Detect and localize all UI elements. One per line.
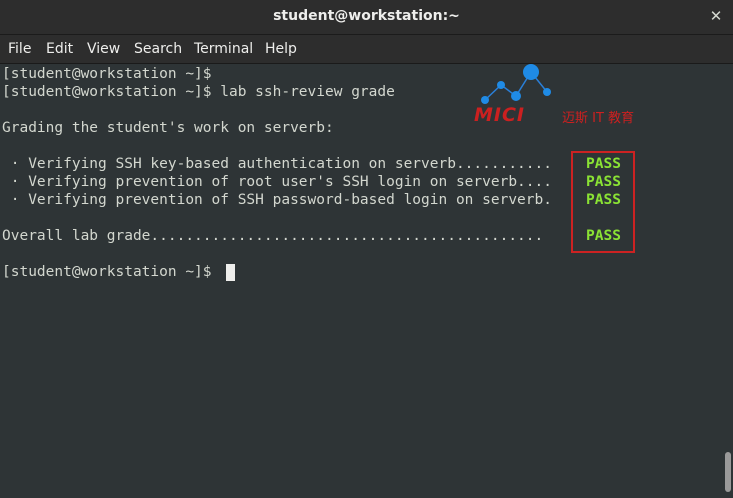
brand-logo-text: MICI [474, 104, 525, 126]
menu-bar: File Edit View Search Terminal Help [0, 35, 733, 64]
terminal-line: Grading the student's work on serverb: [2, 120, 334, 136]
close-icon[interactable]: ✕ [707, 7, 725, 25]
menu-search[interactable]: Search [134, 41, 182, 57]
menu-terminal[interactable]: Terminal [194, 41, 253, 57]
scrollbar[interactable] [722, 64, 733, 498]
title-bar: student@workstation:~ ✕ [0, 0, 733, 35]
terminal-cursor [226, 264, 235, 281]
menu-edit[interactable]: Edit [46, 41, 73, 57]
terminal-line: · Verifying prevention of root user's SS… [2, 174, 552, 190]
terminal-line: · Verifying prevention of SSH password-b… [2, 192, 552, 208]
menu-help[interactable]: Help [265, 41, 297, 57]
menu-view[interactable]: View [87, 41, 120, 57]
brand-subtitle: 迈斯 IT 教育 [562, 111, 635, 126]
terminal-line: [student@workstation ~]$ [2, 66, 212, 82]
terminal-line: Overall lab grade.......................… [2, 228, 544, 244]
window-title: student@workstation:~ [273, 8, 460, 24]
menu-file[interactable]: File [8, 41, 31, 57]
terminal-line: [student@workstation ~]$ lab ssh-review … [2, 84, 395, 100]
highlight-box [571, 151, 635, 253]
terminal-line: · Verifying SSH key-based authentication… [2, 156, 552, 172]
scrollbar-thumb[interactable] [725, 452, 731, 492]
terminal-line: [student@workstation ~]$ [2, 264, 212, 280]
